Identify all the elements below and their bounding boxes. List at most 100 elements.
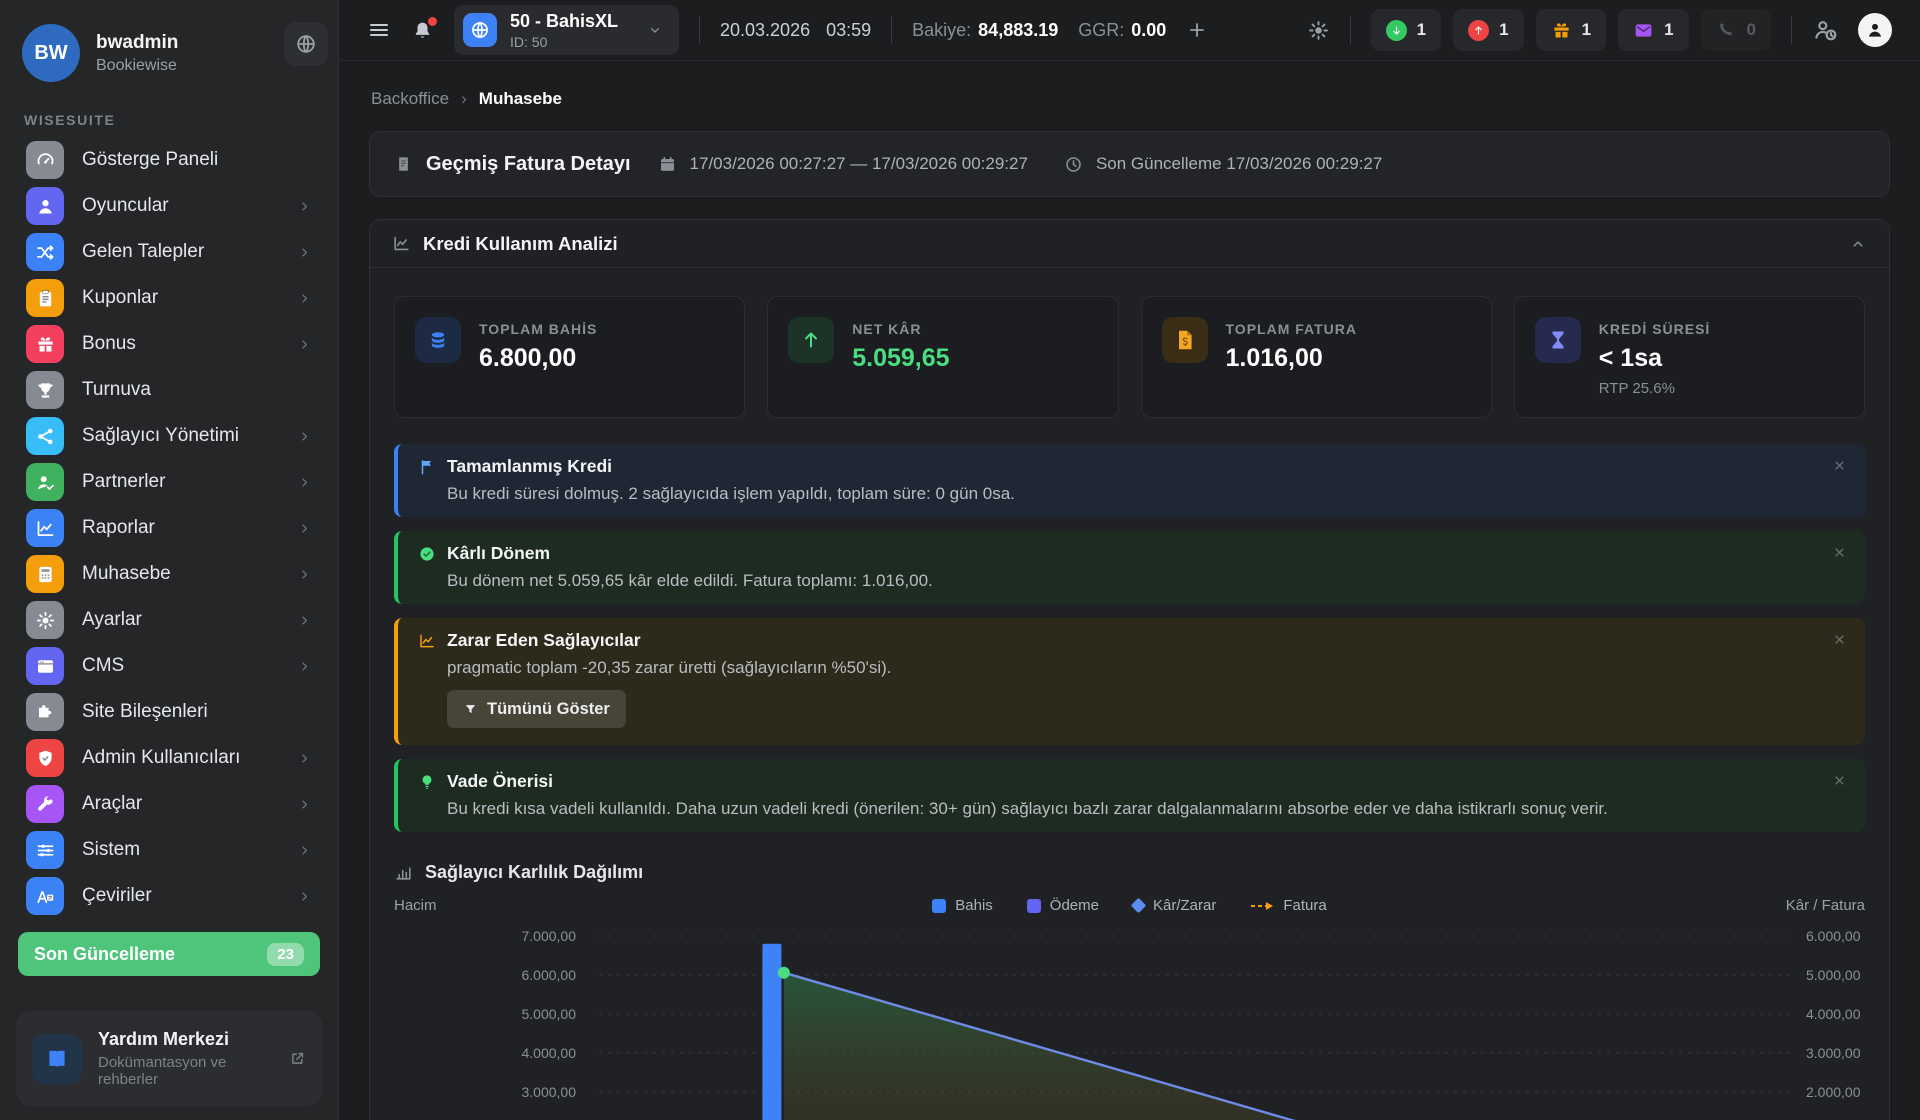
chart-legend-row: Hacim BahisÖdemeKâr/ZararFatura Kâr / Fa… [394,897,1865,914]
sidebar-item-muhasebe[interactable]: Muhasebe [16,554,322,594]
hamburger-menu-button[interactable] [367,18,391,42]
sidebar-item-cms[interactable]: CMS [16,646,322,686]
sidebar-item-sistem[interactable]: Sistem [16,830,322,870]
alert-zarar-eden-sa-lay-c-lar: Zarar Eden Sağlayıcılarpragmatic toplam … [394,618,1865,745]
stat-card-toplam-fatura: TOPLAM FATURA1.016,00 [1141,296,1492,418]
legend-item-fatura[interactable]: Fatura [1250,897,1326,914]
settings-gear-button[interactable] [1307,19,1330,42]
date: 20.03.2026 [720,20,810,41]
sidebar-item-site-bile-enleri[interactable]: Site Bileşenleri [16,692,322,732]
svg-text:4.000,00: 4.000,00 [1806,1006,1861,1022]
last-update-badge: 23 [267,943,304,966]
badge-messages[interactable]: 1 [1618,9,1688,51]
stat-value: 6.800,00 [479,344,597,373]
legend-label: Bahis [955,897,993,914]
chart-title: Sağlayıcı Karlılık Dağılımı [425,862,643,883]
site-selector[interactable]: 50 - BahisXL ID: 50 [454,5,679,55]
language-button[interactable] [284,22,328,66]
gauge-icon [26,141,64,179]
legend-item-bahis[interactable]: Bahis [932,897,993,914]
sidebar-item-label: Kuponlar [82,287,279,309]
close-icon[interactable] [1832,458,1847,473]
sidebar-item-gelen-talepler[interactable]: Gelen Talepler [16,232,322,272]
show-all-label: Tümünü Göster [487,700,610,719]
show-all-button[interactable]: Tümünü Göster [447,690,626,728]
svg-text:6.000,00: 6.000,00 [1806,928,1861,944]
chevron-right-icon [297,475,312,490]
shield-icon [26,739,64,777]
sidebar-item-label: Bonus [82,333,279,355]
calendar-icon [658,155,677,174]
user-org: Bookiewise [96,57,178,75]
legend-item-k-r-zarar[interactable]: Kâr/Zarar [1133,897,1216,914]
chart-legend: Bahis Ödeme Kâr/Zarar Fatura [594,897,1665,914]
alert-k-rl-d-nem: Kârlı DönemBu dönem net 5.059,65 kâr eld… [394,531,1865,604]
user-sessions-button[interactable] [1812,17,1838,43]
legend-label: Kâr/Zarar [1153,897,1216,914]
sidebar-item-ara-lar[interactable]: Araçlar [16,784,322,824]
profile-avatar-button[interactable] [1858,13,1892,47]
last-update-button[interactable]: Son Güncelleme 23 [18,932,320,976]
sidebar-item-kuponlar[interactable]: Kuponlar [16,278,322,318]
user-name: bwadmin [96,32,178,54]
sidebar-item-bonus[interactable]: Bonus [16,324,322,364]
chevron-right-icon [297,843,312,858]
sidebar-item-label: Çeviriler [82,885,279,907]
sidebar-item-oyuncular[interactable]: Oyuncular [16,186,322,226]
badge-calls[interactable]: 0 [1701,9,1771,51]
divider [891,16,892,44]
alert-tamamlanm-kredi: Tamamlanmış KrediBu kredi süresi dolmuş.… [394,444,1865,517]
calculator-icon [26,555,64,593]
svg-text:5.000,00: 5.000,00 [1806,967,1861,983]
sidebar-item-label: Sistem [82,839,279,861]
sidebar-item-label: Turnuva [82,379,312,401]
badge-count: 0 [1747,20,1756,40]
lightbulb-icon [418,773,436,791]
sidebar-item-raporlar[interactable]: Raporlar [16,508,322,548]
book-icon [32,1034,82,1084]
badge-bonuses[interactable]: 1 [1536,9,1606,51]
sidebar-item-label: Site Bileşenleri [82,701,312,723]
close-icon[interactable] [1832,545,1847,560]
close-icon[interactable] [1832,773,1847,788]
gift-icon [1551,20,1572,41]
sidebar-item-admin-kullan-c-lar-[interactable]: Admin Kullanıcıları [16,738,322,778]
stat-value: < 1sa [1599,344,1711,373]
main-content: Backoffice › Muhasebe Geçmiş Fatura Deta… [339,61,1920,1120]
trophy-icon [26,371,64,409]
badge-count: 1 [1664,20,1673,40]
sidebar-item-g-sterge-paneli[interactable]: Gösterge Paneli [16,140,322,180]
sidebar-item-turnuva[interactable]: Turnuva [16,370,322,410]
mail-icon [1633,20,1654,41]
gear-icon [26,601,64,639]
alert-text: Bu kredi süresi dolmuş. 2 sağlayıcıda iş… [447,484,1845,504]
divider [1791,16,1792,44]
sidebar-item-partnerler[interactable]: Partnerler [16,462,322,502]
sidebar-item--eviriler[interactable]: Çeviriler [16,876,322,916]
sidebar-item-sa-lay-c-y-netimi[interactable]: Sağlayıcı Yönetimi [16,416,322,456]
svg-text:5.000,00: 5.000,00 [522,1006,577,1022]
collapse-chevron-icon[interactable] [1849,235,1867,253]
stat-card-kredi-s-resi-: KREDİ SÜRESİ< 1saRTP 25.6% [1514,296,1865,418]
sliders-icon [26,831,64,869]
notifications-bell-button[interactable] [411,19,434,42]
legend-item--deme[interactable]: Ödeme [1027,897,1099,914]
chart-line-icon [26,509,64,547]
close-icon[interactable] [1832,632,1847,647]
add-button[interactable] [1186,19,1208,41]
breadcrumb-root[interactable]: Backoffice [371,89,449,109]
sidebar-section-label: WISESUITE [24,112,314,128]
alert-text: pragmatic toplam -20,35 zarar üretti (sa… [447,658,1845,678]
sidebar-item-ayarlar[interactable]: Ayarlar [16,600,322,640]
legend-square-marker [1027,899,1041,913]
filter-icon [463,702,478,717]
arrow-up-icon [788,317,834,363]
legend-label: Ödeme [1050,897,1099,914]
stat-card-toplam-bahi-s: TOPLAM BAHİS6.800,00 [394,296,745,418]
panel-icon [392,234,411,253]
help-center-card[interactable]: Yardım Merkezi Dokümantasyon ve rehberle… [16,1011,322,1106]
chevron-right-icon [297,613,312,628]
badge-deposits[interactable]: 1 [1371,9,1441,51]
badge-withdrawals[interactable]: 1 [1453,9,1523,51]
phone-icon [1716,20,1737,41]
